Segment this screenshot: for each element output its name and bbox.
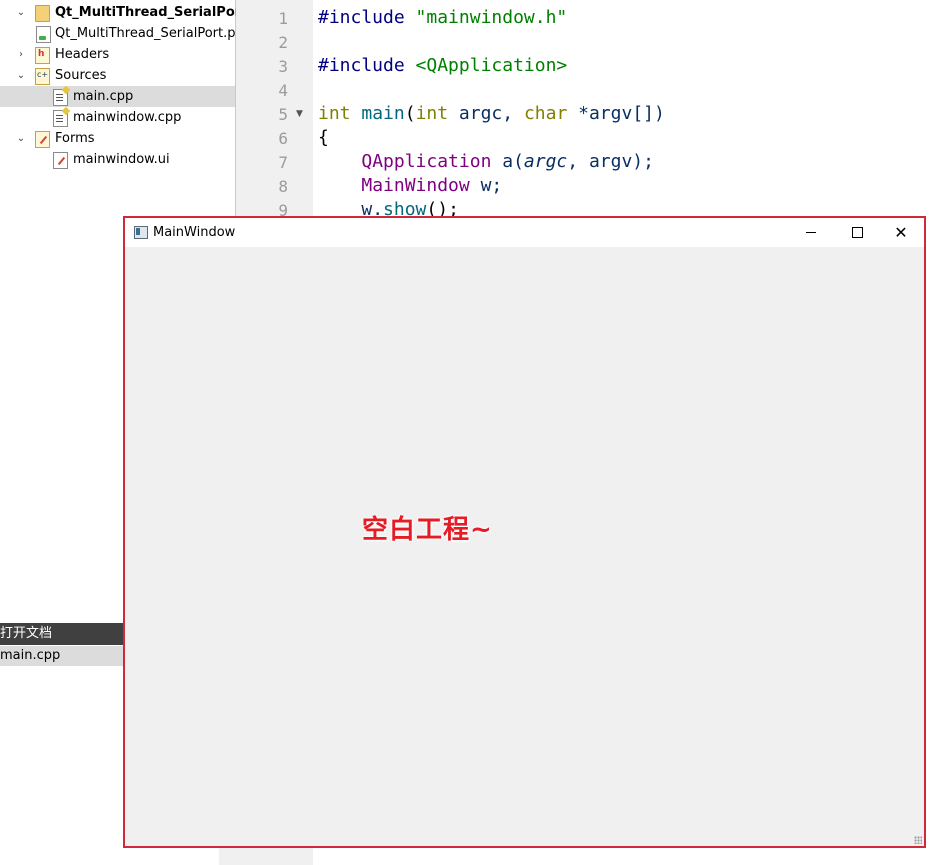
main-window: MainWindow ✕ 空白工程~	[123, 216, 926, 848]
code-line-6: {	[318, 126, 329, 150]
line-number: 5	[278, 105, 288, 124]
qt-project-icon	[35, 5, 50, 22]
open-document-item[interactable]: main.cpp	[0, 646, 124, 666]
tree-item-label: Sources	[55, 68, 107, 83]
blank-project-label: 空白工程~	[362, 515, 493, 545]
tree-item-headers[interactable]: › Headers	[0, 44, 235, 65]
code-token: argc	[523, 151, 568, 172]
window-title-bar[interactable]: MainWindow ✕	[125, 218, 924, 247]
code-token: {	[318, 127, 329, 148]
cpp-file-icon	[53, 89, 68, 106]
line-number: 8	[278, 177, 288, 196]
tree-item-label: main.cpp	[73, 89, 134, 104]
tree-item-label: Qt_MultiThread_SerialPort.pro	[55, 26, 249, 41]
minimize-icon	[806, 231, 816, 233]
code-line-5: int main(int argc, char *argv[])	[318, 102, 665, 126]
code-line-3: #include <QApplication>	[318, 54, 567, 78]
line-number: 4	[278, 81, 288, 100]
chevron-down-icon[interactable]: ⌄	[16, 65, 26, 86]
chevron-right-icon[interactable]: ›	[16, 44, 26, 65]
open-documents-header: 打开文档	[0, 623, 124, 645]
code-token: "mainwindow.h"	[415, 7, 568, 28]
code-token: main	[361, 103, 405, 124]
code-token: (	[404, 103, 416, 124]
line-number: 2	[278, 33, 288, 52]
ui-file-icon	[53, 152, 68, 169]
code-token: #include	[318, 7, 405, 28]
code-token: *argv[])	[567, 103, 665, 124]
code-token: <QApplication>	[415, 55, 568, 76]
tree-item-label: Forms	[55, 131, 95, 146]
pro-file-icon	[36, 26, 51, 43]
code-token: QApplication	[361, 151, 492, 172]
close-button[interactable]: ✕	[878, 218, 924, 247]
code-token: MainWindow	[361, 175, 470, 196]
tree-item-label: Headers	[55, 47, 110, 62]
close-icon: ✕	[894, 223, 908, 242]
maximize-icon	[851, 226, 863, 238]
tree-item-pro-file[interactable]: Qt_MultiThread_SerialPort.pro	[0, 23, 249, 44]
chevron-down-icon[interactable]: ⌄	[16, 128, 26, 149]
line-number: 6	[278, 129, 288, 148]
line-number: 3	[278, 57, 288, 76]
window-client-area: 空白工程~	[125, 247, 924, 846]
sources-folder-icon	[35, 68, 50, 85]
resize-grip-icon[interactable]	[914, 836, 922, 844]
cpp-file-icon	[53, 110, 68, 127]
tree-item-sources[interactable]: ⌄ Sources	[0, 65, 235, 86]
tree-item-label: mainwindow.cpp	[73, 110, 182, 125]
code-token: , argv);	[567, 151, 654, 172]
tree-item-label: mainwindow.ui	[73, 152, 170, 167]
minimize-button[interactable]	[788, 218, 834, 247]
code-token: int	[318, 103, 351, 124]
code-token: w;	[469, 175, 503, 196]
tree-item-mainwindow-ui[interactable]: mainwindow.ui	[0, 149, 235, 170]
chevron-down-icon[interactable]: ⌄	[16, 2, 26, 23]
forms-folder-icon	[35, 131, 50, 148]
code-token: int	[415, 103, 449, 124]
code-token: argc,	[448, 103, 524, 124]
tree-item-project[interactable]: ⌄ Qt_MultiThread_SerialPort	[0, 2, 247, 23]
maximize-button[interactable]	[834, 218, 880, 247]
code-line-1: #include "mainwindow.h"	[318, 6, 567, 30]
code-line-8: MainWindow w;	[318, 174, 502, 198]
tree-item-forms[interactable]: ⌄ Forms	[0, 128, 235, 149]
code-line-7: QApplication a(argc, argv);	[318, 150, 654, 174]
app-window-icon	[134, 226, 148, 239]
code-token: a(	[491, 151, 524, 172]
tree-item-main-cpp[interactable]: main.cpp	[0, 86, 235, 107]
headers-folder-icon	[35, 47, 50, 64]
tree-item-mainwindow-cpp[interactable]: mainwindow.cpp	[0, 107, 235, 128]
tree-item-label: Qt_MultiThread_SerialPort	[55, 5, 248, 20]
code-token: #include	[318, 55, 405, 76]
fold-marker-icon[interactable]: ▼	[296, 102, 303, 126]
line-number: 1	[278, 9, 288, 28]
code-token: char	[523, 103, 568, 124]
window-title: MainWindow	[153, 225, 236, 240]
line-number: 7	[278, 153, 288, 172]
